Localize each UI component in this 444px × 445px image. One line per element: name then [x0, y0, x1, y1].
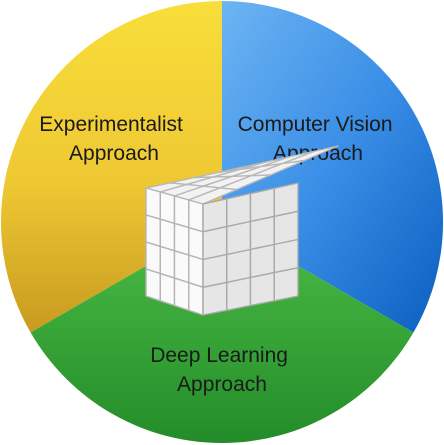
cube-front-face-cell: [145, 214, 162, 248]
cube-right-face-cell: [273, 238, 299, 274]
cube-front-face-cell: [159, 245, 176, 279]
cube-front-face-cell: [173, 277, 190, 311]
cube-front-face-cell: [159, 218, 176, 252]
cube-right-face-cell: [249, 271, 275, 307]
cube-front-face-cell: [159, 272, 176, 307]
cube-right-face-cell: [226, 276, 252, 311]
approaches-diagram: Experimentalist Approach Computer Vision…: [0, 0, 444, 444]
cube-front-face-cell: [188, 254, 204, 288]
cube-front-face-cell: [173, 222, 190, 256]
cube-front-face-cell: [145, 268, 162, 302]
cube-front-face-cell: [145, 241, 162, 275]
cube-right-face-cell: [202, 253, 228, 288]
cube-right-face-cell: [202, 281, 228, 316]
cube-right-face-cell: [226, 248, 252, 284]
cube-front-face-cell: [188, 199, 204, 233]
cube-front-face: [145, 187, 204, 316]
cube-front-face-cell: [159, 191, 176, 225]
cube-front-face-cell: [173, 250, 190, 284]
cube-front-face-cell: [188, 282, 204, 316]
cube-front-face-cell: [173, 195, 190, 229]
cube-front-face-cell: [188, 226, 204, 261]
cube-right-face-cell: [273, 210, 299, 246]
cube-right-face-cell: [273, 267, 299, 302]
cube-right-face: [202, 182, 299, 316]
cube-right-face-cell: [249, 243, 275, 279]
cube-front-face-cell: [145, 187, 162, 220]
